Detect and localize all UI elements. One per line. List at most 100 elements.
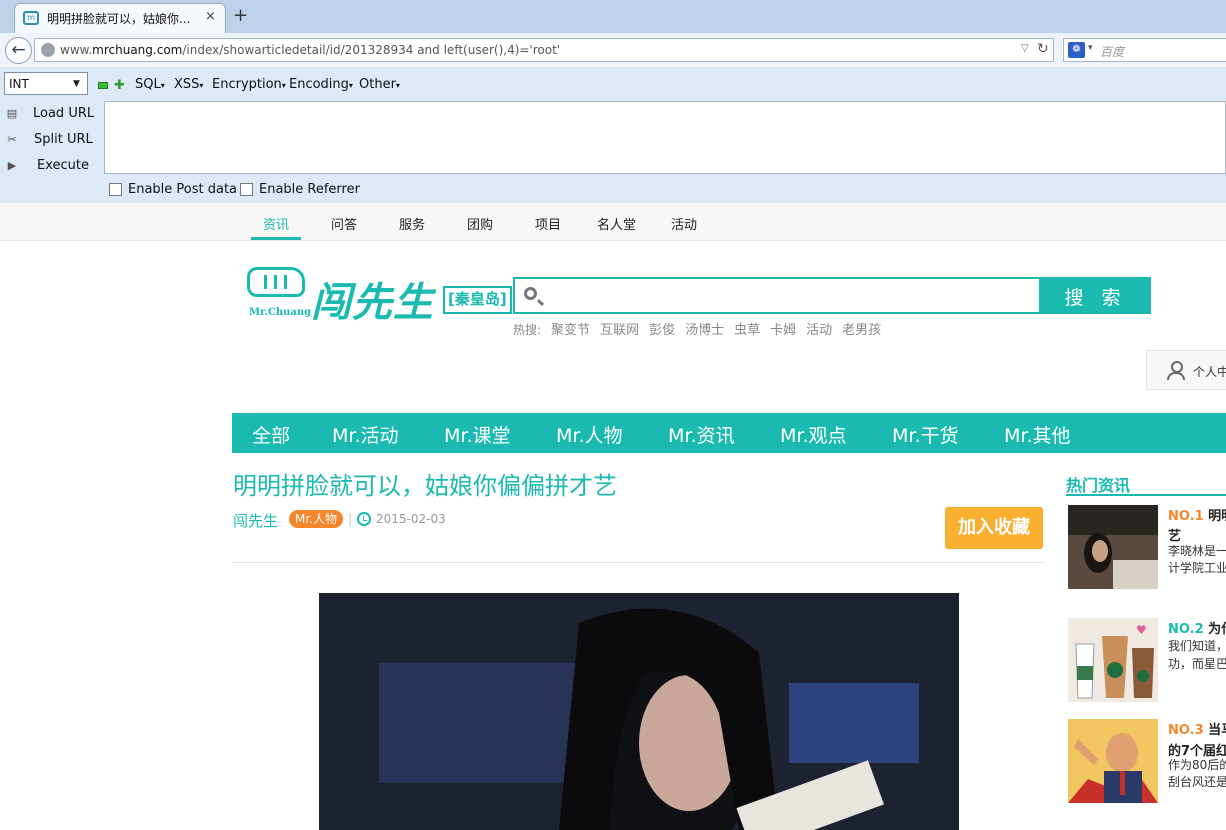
checkbox-label: Enable Referrer: [259, 182, 360, 197]
site-logo[interactable]: Mr.Chuang 闯先生 [秦皇岛]: [247, 266, 517, 326]
search-engine-dropdown-icon[interactable]: ▾: [1088, 43, 1093, 53]
url-text[interactable]: www.mrchuang.com/index/showarticledetail…: [60, 43, 560, 57]
nav-item-hall-of-fame[interactable]: 名人堂: [597, 214, 636, 233]
hot-keyword[interactable]: 聚变节: [551, 323, 590, 338]
menu-encoding[interactable]: Encoding▾: [289, 77, 353, 92]
hot-news-item[interactable]: NO.1 明明 艺 李晓林是一 计学院工业: [1068, 505, 1226, 595]
hot-keyword[interactable]: 活动: [806, 323, 832, 338]
hot-keyword[interactable]: 卡姆: [770, 323, 796, 338]
category-other[interactable]: Mr.其他: [1004, 421, 1071, 448]
hot-news-headline[interactable]: 当马: [1208, 723, 1226, 738]
hot-news-headline[interactable]: 明明: [1208, 509, 1226, 524]
menu-label: Encoding: [289, 77, 349, 92]
menu-label: XSS: [174, 77, 200, 92]
nav-item-project[interactable]: 项目: [535, 214, 561, 233]
globe-icon: [41, 43, 55, 57]
hot-news-thumbnail[interactable]: ♥: [1068, 618, 1158, 702]
hot-news-desc: 功，而星巴: [1168, 657, 1226, 671]
hot-searches: 热搜: 聚变节 互联网 彭俊 汤博士 虫草 卡姆 活动 老男孩: [513, 319, 891, 338]
hot-news-title: 热门资讯: [1066, 476, 1131, 495]
nav-item-groupbuy[interactable]: 团购: [467, 214, 493, 233]
load-url-label: Load URL: [33, 106, 95, 121]
hot-keyword[interactable]: 汤博士: [685, 323, 724, 338]
chevron-down-icon: ▾: [281, 81, 286, 90]
user-center-button[interactable]: 个人中心: [1146, 350, 1226, 390]
logo-city: [秦皇岛]: [443, 286, 512, 314]
hot-keyword[interactable]: 老男孩: [842, 323, 881, 338]
favicon-icon: m: [23, 11, 39, 25]
decrease-icon[interactable]: [98, 82, 108, 89]
clock-icon: [357, 512, 371, 526]
menu-encryption[interactable]: Encryption▾: [212, 77, 286, 92]
rank-number: NO.3: [1168, 723, 1204, 738]
hot-news-rank: NO.2 为什: [1168, 618, 1226, 637]
hot-news-rank: NO.3 当马: [1168, 719, 1226, 738]
checkbox-box[interactable]: [109, 183, 122, 196]
hot-keyword[interactable]: 虫草: [734, 323, 760, 338]
nav-item-qa[interactable]: 问答: [331, 214, 357, 233]
url-path: /index/showarticledetail/id/201328934 an…: [182, 43, 561, 57]
nav-item-news[interactable]: 资讯: [263, 214, 289, 233]
url-bar[interactable]: www.mrchuang.com/index/showarticledetail…: [34, 38, 1054, 62]
browser-search-box[interactable]: ❁ ▾ 百度: [1063, 38, 1226, 62]
category-events[interactable]: Mr.活动: [332, 421, 399, 448]
menu-xss[interactable]: XSS▾: [174, 77, 203, 92]
url-prefix: www.: [60, 43, 93, 57]
scissors-icon: ✂: [7, 133, 17, 146]
svg-text:♥: ♥: [1136, 623, 1147, 637]
hackbar-url-textarea[interactable]: [104, 101, 1226, 174]
split-url-label: Split URL: [34, 132, 93, 147]
hot-keyword[interactable]: 互联网: [600, 323, 639, 338]
chevron-down-icon: ▾: [395, 81, 400, 90]
article-author[interactable]: 闯先生: [233, 510, 278, 531]
category-classroom[interactable]: Mr.课堂: [444, 421, 511, 448]
category-opinion[interactable]: Mr.观点: [780, 421, 847, 448]
article-tag[interactable]: Mr.人物: [289, 510, 344, 528]
menu-sql[interactable]: SQL▾: [135, 77, 165, 92]
type-select-value: INT: [9, 77, 29, 91]
hot-news-desc: 作为80后的: [1168, 758, 1226, 772]
logo-chinese: 闯先生: [311, 280, 434, 326]
nav-item-service[interactable]: 服务: [399, 214, 425, 233]
meta-separator: |: [348, 512, 353, 527]
hot-news-desc: 李晓林是一: [1168, 544, 1226, 558]
tab-close-icon[interactable]: ×: [205, 9, 216, 24]
hot-news-item[interactable]: ♥ NO.2 为什 我们知道， 功，而星巴: [1068, 618, 1226, 706]
hot-news-rank: NO.1 明明: [1168, 505, 1226, 524]
hot-news-thumbnail[interactable]: [1068, 505, 1158, 589]
category-news[interactable]: Mr.资讯: [668, 421, 735, 448]
category-practical[interactable]: Mr.干货: [892, 421, 959, 448]
increase-icon[interactable]: ✚: [114, 78, 125, 93]
load-url-button[interactable]: ▤ Load URL: [0, 102, 100, 126]
hot-news-desc: 计学院工业: [1168, 561, 1226, 575]
split-url-button[interactable]: ✂ Split URL: [0, 128, 100, 152]
hot-keyword[interactable]: 彭俊: [649, 323, 675, 338]
hot-news-desc: 我们知道，: [1168, 639, 1226, 653]
add-favorite-button[interactable]: 加入收藏: [945, 507, 1043, 549]
checkbox-box[interactable]: [240, 183, 253, 196]
url-host: mrchuang.com: [92, 43, 183, 57]
url-history-dropdown-icon[interactable]: ▽: [1021, 43, 1029, 54]
back-button[interactable]: ←: [5, 37, 32, 64]
reload-icon[interactable]: ↻: [1037, 41, 1049, 57]
baidu-paw-icon[interactable]: ❁: [1068, 42, 1085, 58]
category-all[interactable]: 全部: [252, 421, 290, 448]
user-center-label: 个人中心: [1193, 365, 1226, 379]
hot-news-headline[interactable]: 为什: [1208, 622, 1226, 637]
site-search-button[interactable]: 搜 索: [1040, 277, 1151, 314]
search-placeholder: 百度: [1100, 45, 1125, 59]
category-people[interactable]: Mr.人物: [556, 421, 623, 448]
execute-button[interactable]: ▶ Execute: [0, 154, 100, 178]
menu-other[interactable]: Other▾: [359, 77, 400, 92]
site-search-input[interactable]: [513, 277, 1041, 314]
hot-news-thumbnail[interactable]: [1068, 719, 1158, 803]
browser-tab[interactable]: m 明明拼脸就可以，姑娘你... ×: [14, 3, 226, 34]
hot-news-item[interactable]: NO.3 当马 的7个届红 作为80后的 刮台风还是: [1068, 719, 1226, 807]
chevron-down-icon: ▾: [160, 81, 165, 90]
menu-label: Encryption: [212, 77, 282, 92]
type-select[interactable]: INT ▼: [4, 72, 88, 95]
new-tab-icon[interactable]: +: [233, 5, 248, 26]
article-divider: [233, 562, 1045, 563]
menu-label: Other: [359, 77, 396, 92]
nav-item-events[interactable]: 活动: [671, 214, 697, 233]
